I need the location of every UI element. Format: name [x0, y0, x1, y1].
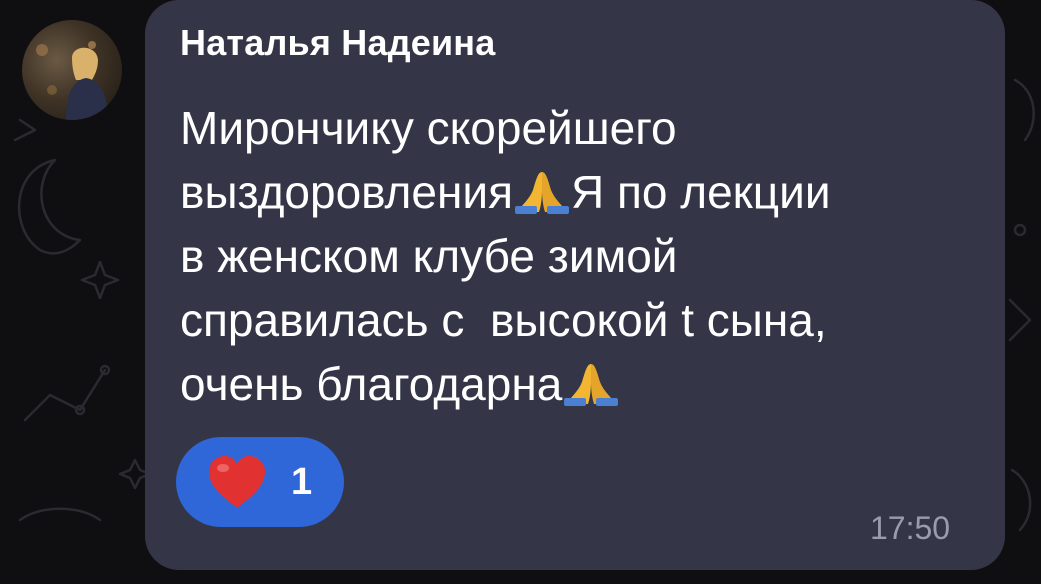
message-line-part: Я по лекции: [570, 166, 831, 218]
heart-icon: [209, 456, 265, 508]
message-line: справилась с высокой t сына,: [180, 294, 827, 346]
message-bubble[interactable]: Наталья Надеина Мирончику скорейшего выз…: [145, 0, 1005, 570]
avatar[interactable]: [22, 20, 122, 120]
message-line-with-emoji: очень благодарна: [180, 352, 980, 416]
message-line-part: выздоровления: [180, 166, 513, 218]
message-line: в женском клубе зимой: [180, 230, 678, 282]
reaction-count: 1: [291, 461, 313, 503]
heart-reaction-button[interactable]: 1: [176, 437, 344, 527]
message-line-with-emoji: выздоровления Я по лекции: [180, 160, 980, 224]
avatar-photo: [36, 41, 108, 120]
message-time: 17:50: [870, 510, 951, 546]
sender-name[interactable]: Наталья Надеина: [180, 22, 495, 64]
folded-hands-icon: [513, 168, 571, 216]
message-line-part: очень благодарна: [180, 358, 563, 410]
folded-hands-icon: [562, 360, 620, 408]
message-text: Мирончику скорейшего выздоровления Я по л…: [180, 96, 980, 416]
message-line: Мирончику скорейшего: [180, 102, 677, 154]
